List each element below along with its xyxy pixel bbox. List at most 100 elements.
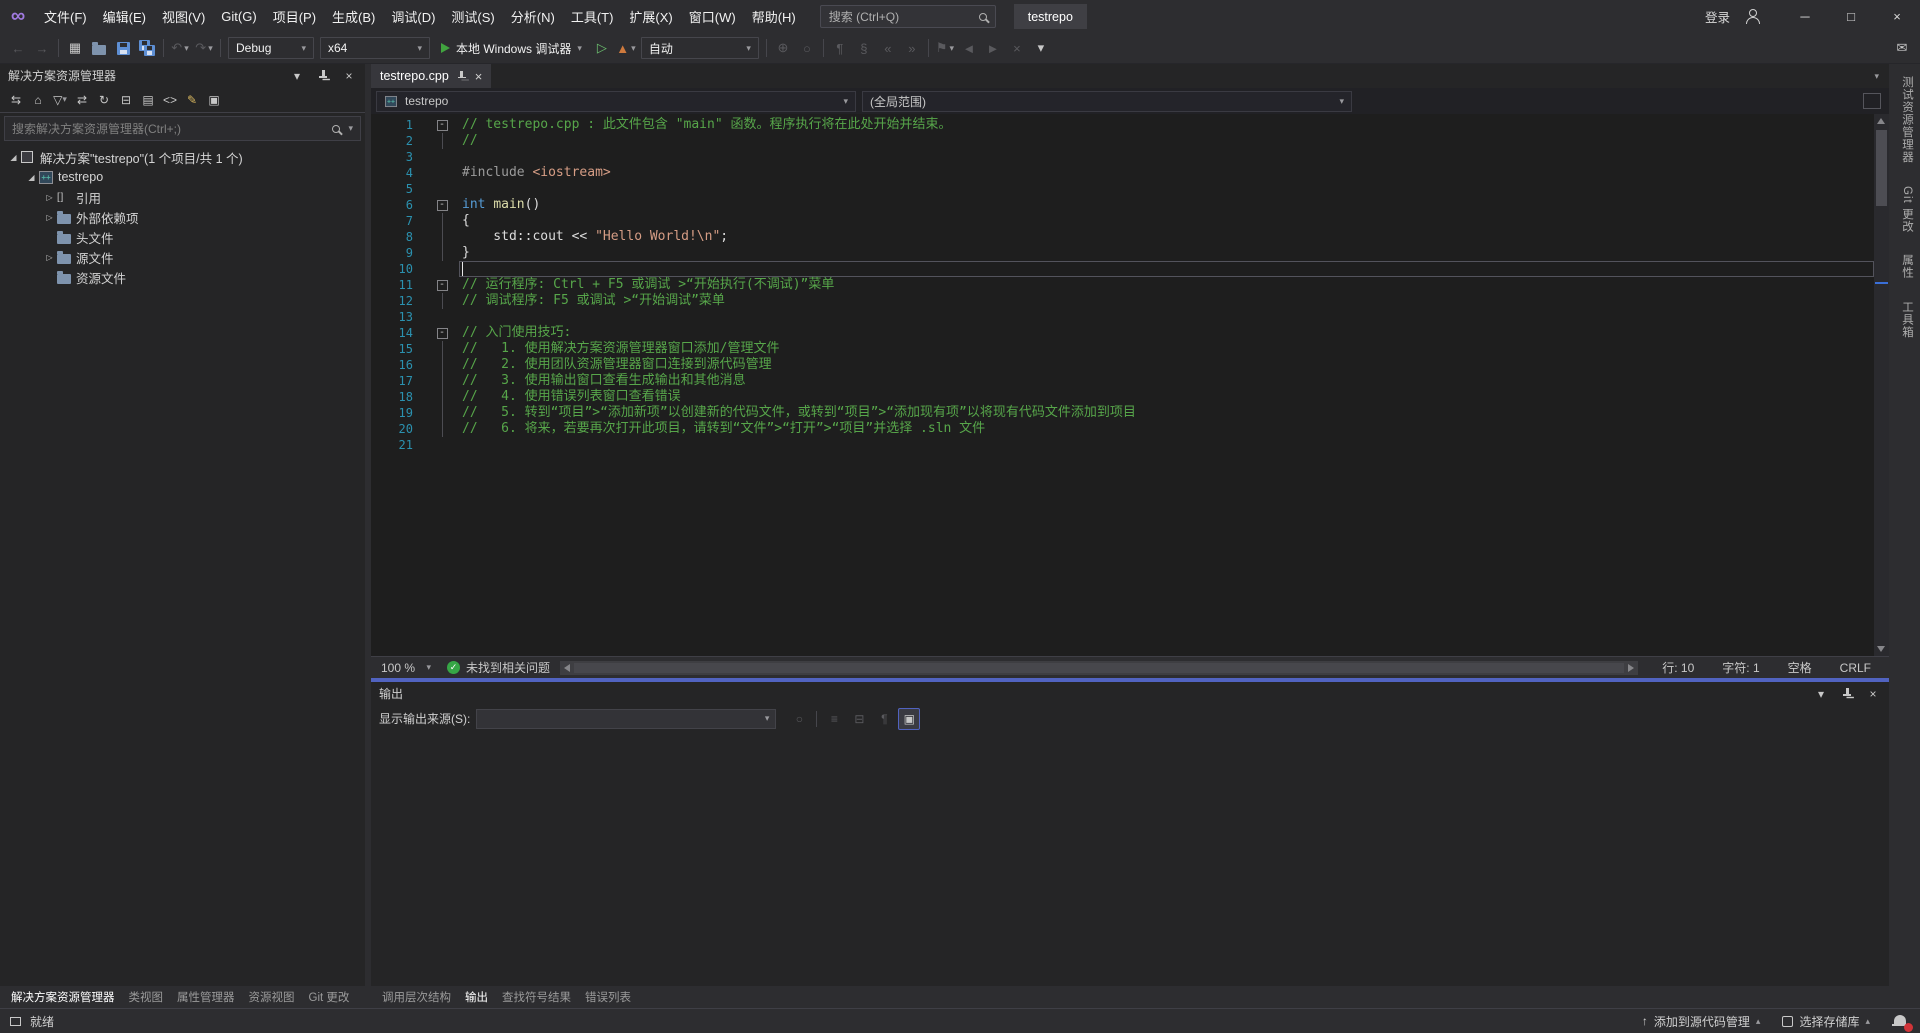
code-line[interactable]: 8 std::cout << "Hello World!\n"; [371, 229, 1874, 245]
new-project-icon[interactable]: ▦ [63, 36, 87, 60]
fold-margin[interactable] [425, 325, 459, 341]
code-line[interactable]: 4#include <iostream> [371, 165, 1874, 181]
quick-search-box[interactable]: 搜索 (Ctrl+Q) [820, 5, 996, 28]
output-source-combo[interactable] [476, 709, 776, 729]
menu-item[interactable]: 视图(V) [154, 0, 213, 33]
maximize-button[interactable]: □ [1828, 0, 1874, 33]
filter-icon[interactable]: ▽ [50, 90, 70, 110]
tree-item[interactable]: ▷源文件 [0, 247, 365, 267]
expander-icon[interactable]: ▷ [42, 253, 57, 262]
fold-margin[interactable] [425, 117, 459, 133]
status-eol[interactable]: CRLF [1840, 661, 1871, 675]
code-line[interactable]: 11// 运行程序: Ctrl + F5 或调试 >“开始执行(不调试)”菜单 [371, 277, 1874, 293]
expander-icon[interactable]: ◢ [24, 173, 39, 182]
menu-item[interactable]: 窗口(W) [681, 0, 744, 33]
menu-item[interactable]: 编辑(E) [95, 0, 154, 33]
preview-selected-icon[interactable]: ▣ [204, 90, 224, 110]
code-line[interactable]: 21 [371, 437, 1874, 453]
menu-item[interactable]: 扩展(X) [621, 0, 680, 33]
expander-icon[interactable]: ▷ [42, 213, 57, 222]
output-content[interactable] [371, 732, 1889, 986]
autohide-tab[interactable]: 工具箱 [1899, 301, 1915, 339]
code-line[interactable]: 5 [371, 181, 1874, 197]
close-icon[interactable]: × [341, 68, 357, 84]
expander-icon[interactable]: ▷ [42, 193, 57, 202]
code-line[interactable]: 6int main() [371, 197, 1874, 213]
code-health-indicator[interactable]: 未找到相关问题 [447, 659, 550, 676]
pin-icon[interactable] [457, 71, 467, 82]
code-line[interactable]: 16// 2. 使用团队资源管理器窗口连接到源代码管理 [371, 357, 1874, 373]
close-button[interactable]: × [1874, 0, 1920, 33]
code-line[interactable]: 9} [371, 245, 1874, 261]
menu-item[interactable]: 帮助(H) [744, 0, 804, 33]
menu-item[interactable]: 项目(P) [265, 0, 324, 33]
clear-all-icon[interactable]: ⊟ [848, 708, 870, 730]
show-all-files-icon[interactable]: ▤ [138, 90, 158, 110]
collapse-all-icon[interactable]: ⊟ [116, 90, 136, 110]
decrease-indent-icon[interactable]: « [876, 36, 900, 60]
refresh-icon[interactable]: ↻ [94, 90, 114, 110]
menu-item[interactable]: 工具(T) [563, 0, 622, 33]
previous-bookmark-icon[interactable]: ◄ [957, 36, 981, 60]
navigate-backward-icon[interactable]: ← [6, 36, 30, 60]
code-line[interactable]: 1// testrepo.cpp : 此文件包含 "main" 函数。程序执行将… [371, 117, 1874, 133]
tool-tab[interactable]: 解决方案资源管理器 [4, 986, 122, 1008]
user-profile-icon[interactable] [1744, 9, 1760, 24]
close-icon[interactable] [475, 69, 483, 84]
menu-item[interactable]: 调试(D) [383, 0, 443, 33]
solution-platforms-combo[interactable]: x64 [320, 37, 430, 59]
scrollbar-thumb[interactable] [1876, 130, 1887, 206]
save-icon[interactable] [111, 36, 135, 60]
attach-to-process-icon[interactable]: ⊕ [771, 36, 795, 60]
notifications-bell-icon[interactable] [1892, 1013, 1910, 1029]
tree-item[interactable]: ◢解决方案"testrepo"(1 个项目/共 1 个) [0, 147, 365, 167]
sign-in-link[interactable]: 登录 [1705, 7, 1730, 26]
minimize-button[interactable]: ─ [1782, 0, 1828, 33]
status-spaces[interactable]: 空格 [1788, 659, 1812, 676]
window-position-icon[interactable]: ▾ [289, 68, 305, 84]
tree-item[interactable]: 资源文件 [0, 267, 365, 287]
scroll-up-icon[interactable] [1877, 118, 1885, 124]
pin-icon[interactable] [1839, 686, 1855, 702]
visual-studio-logo-icon[interactable]: ∞ [0, 5, 36, 28]
next-bookmark-icon[interactable]: ► [981, 36, 1005, 60]
clear-bookmarks-icon[interactable]: × [1005, 36, 1029, 60]
project-combo[interactable]: testrepo [376, 91, 856, 112]
debug-target-combo[interactable]: 自动 [641, 37, 759, 59]
code-line[interactable]: 10 [371, 261, 1874, 277]
toolbar-options-icon[interactable]: ▾ [1029, 36, 1053, 60]
autohide-tab[interactable]: 属性 [1899, 254, 1915, 279]
code-line[interactable]: 3 [371, 149, 1874, 165]
tool-tab[interactable]: 调用层次结构 [375, 986, 458, 1008]
menu-item[interactable]: 文件(F) [36, 0, 95, 33]
home-icon[interactable]: ⌂ [28, 90, 48, 110]
tool-tab[interactable]: Git 更改 [302, 986, 357, 1008]
code-line[interactable]: 2// [371, 133, 1874, 149]
vertical-scrollbar[interactable] [1874, 114, 1889, 656]
menu-item[interactable]: 生成(B) [324, 0, 383, 33]
code-view-icon[interactable]: <> [160, 90, 180, 110]
menu-item[interactable]: 分析(N) [503, 0, 563, 33]
autohide-tab[interactable]: Git 更改 [1899, 186, 1915, 233]
chevron-down-icon[interactable] [348, 123, 353, 134]
code-line[interactable]: 17// 3. 使用输出窗口查看生成输出和其他消息 [371, 373, 1874, 389]
code-line[interactable]: 20// 6. 将来，若要再次打开此项目，请转到“文件”>“打开”>“项目”并选… [371, 421, 1874, 437]
start-without-debugging-icon[interactable]: ▷ [590, 36, 614, 60]
undo-icon[interactable]: ↶ [168, 36, 192, 60]
start-debugging-button[interactable]: 本地 Windows 调试器 [433, 36, 590, 60]
solution-configurations-combo[interactable]: Debug [228, 37, 314, 59]
tree-item[interactable]: ▷引用 [0, 187, 365, 207]
document-list-icon[interactable] [1874, 71, 1879, 82]
tab-testrepo-cpp[interactable]: testrepo.cpp [371, 64, 491, 88]
word-wrap-icon[interactable]: ¶ [873, 708, 895, 730]
split-window-icon[interactable] [1863, 93, 1881, 109]
scope-combo[interactable]: (全局范围) [862, 91, 1352, 112]
tool-tab[interactable]: 资源视图 [242, 986, 302, 1008]
goto-message-icon[interactable]: ≡ [823, 708, 845, 730]
save-all-icon[interactable] [135, 36, 159, 60]
navigate-forward-icon[interactable]: → [30, 36, 54, 60]
code-line[interactable]: 7{ [371, 213, 1874, 229]
scroll-left-icon[interactable] [564, 664, 570, 672]
autoscroll-icon[interactable]: ▣ [898, 708, 920, 730]
redo-icon[interactable]: ↷ [192, 36, 216, 60]
